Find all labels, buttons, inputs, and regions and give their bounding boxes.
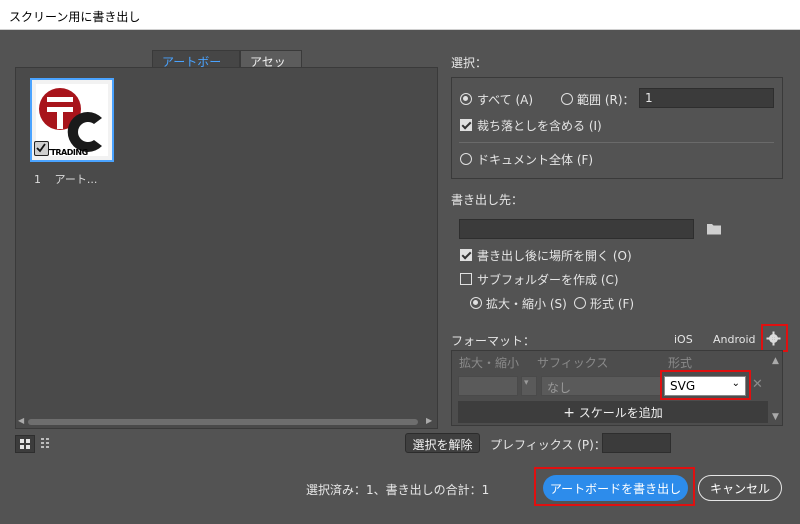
- divider: [459, 142, 774, 143]
- column-scale: 拡大・縮小: [459, 356, 520, 370]
- folder-icon-svg: [707, 224, 721, 235]
- formats-heading: フォーマット：: [451, 334, 536, 348]
- cancel-button[interactable]: キャンセル: [698, 475, 782, 501]
- add-scale-button[interactable]: + スケールを追加: [458, 401, 768, 423]
- scroll-down-icon[interactable]: ▼: [772, 412, 779, 422]
- scroll-thumb[interactable]: [28, 419, 418, 425]
- grid-view-icon: [20, 439, 30, 449]
- create-subfolder-label: サブフォルダーを作成 (C): [477, 273, 619, 287]
- format-highlight: [660, 370, 751, 400]
- prefix-input[interactable]: [602, 433, 671, 453]
- plus-icon: +: [563, 405, 575, 421]
- suffix-input[interactable]: なし: [541, 376, 661, 396]
- scale-input[interactable]: [458, 376, 518, 396]
- deselect-button[interactable]: 選択を解除: [405, 433, 480, 453]
- export-to-heading: 書き出し先：: [451, 193, 524, 207]
- window-title: スクリーン用に書き出し: [9, 10, 141, 24]
- tab-assets[interactable]: アセット: [240, 50, 302, 86]
- include-bleed-checkbox[interactable]: [460, 119, 472, 131]
- list-view-icon: [41, 438, 49, 448]
- scroll-right-icon[interactable]: ▶: [426, 416, 432, 425]
- android-preset-button[interactable]: Android: [713, 333, 756, 346]
- whole-document-radio[interactable]: [460, 153, 472, 165]
- scale-dropdown-icon[interactable]: ▾: [521, 376, 537, 396]
- ios-preset-button[interactable]: iOS: [674, 333, 693, 346]
- select-range-radio[interactable]: [561, 93, 573, 105]
- column-format: 形式: [668, 356, 693, 370]
- folder-icon[interactable]: [706, 222, 722, 239]
- scroll-up-icon[interactable]: ▲: [772, 356, 779, 366]
- artboard-checkbox[interactable]: [34, 141, 49, 156]
- subfolder-by-format-radio[interactable]: [574, 297, 586, 309]
- select-all-label: すべて (A): [477, 93, 534, 107]
- status-text: 選択済み：1、書き出しの合計：1: [306, 483, 490, 497]
- create-subfolder-checkbox[interactable]: [460, 273, 472, 285]
- subfolder-by-scale-radio[interactable]: [470, 297, 482, 309]
- grid-view-button[interactable]: [15, 435, 35, 453]
- include-bleed-label: 裁ち落としを含める (I): [477, 119, 602, 133]
- artboard-label: 1 アート...: [34, 171, 97, 187]
- artboard-name: アート...: [54, 173, 98, 186]
- range-input[interactable]: 1: [639, 88, 774, 108]
- scroll-left-icon[interactable]: ◀: [18, 416, 24, 425]
- title-bar: スクリーン用に書き出し: [0, 0, 800, 30]
- select-all-radio[interactable]: [460, 93, 472, 105]
- gear-highlight: [761, 324, 788, 352]
- column-suffix: サフィックス: [537, 356, 609, 370]
- checkmark-icon: [36, 143, 46, 153]
- add-scale-label: スケールを追加: [578, 406, 663, 420]
- artboard-index: 1: [34, 173, 41, 186]
- horizontal-scrollbar[interactable]: ◀ ▶: [16, 416, 437, 428]
- export-path-input[interactable]: [459, 219, 694, 239]
- subfolder-by-scale-label: 拡大・縮小 (S): [486, 297, 567, 311]
- tab-artboards[interactable]: アートボード: [152, 50, 240, 86]
- subfolder-by-format-label: 形式 (F): [590, 297, 635, 311]
- select-range-label: 範囲 (R)：: [577, 93, 635, 107]
- list-view-button[interactable]: [38, 435, 58, 453]
- open-after-export-label: 書き出し後に場所を開く (O): [477, 249, 632, 263]
- export-highlight: [534, 467, 695, 506]
- select-heading: 選択：: [451, 56, 488, 70]
- open-after-export-checkbox[interactable]: [460, 249, 472, 261]
- whole-document-label: ドキュメント全体 (F): [477, 153, 594, 167]
- remove-row-icon[interactable]: ✕: [752, 377, 763, 392]
- artboard-thumbnail[interactable]: RTTRADING: [30, 78, 114, 162]
- prefix-label: プレフィックス (P)：: [490, 438, 606, 452]
